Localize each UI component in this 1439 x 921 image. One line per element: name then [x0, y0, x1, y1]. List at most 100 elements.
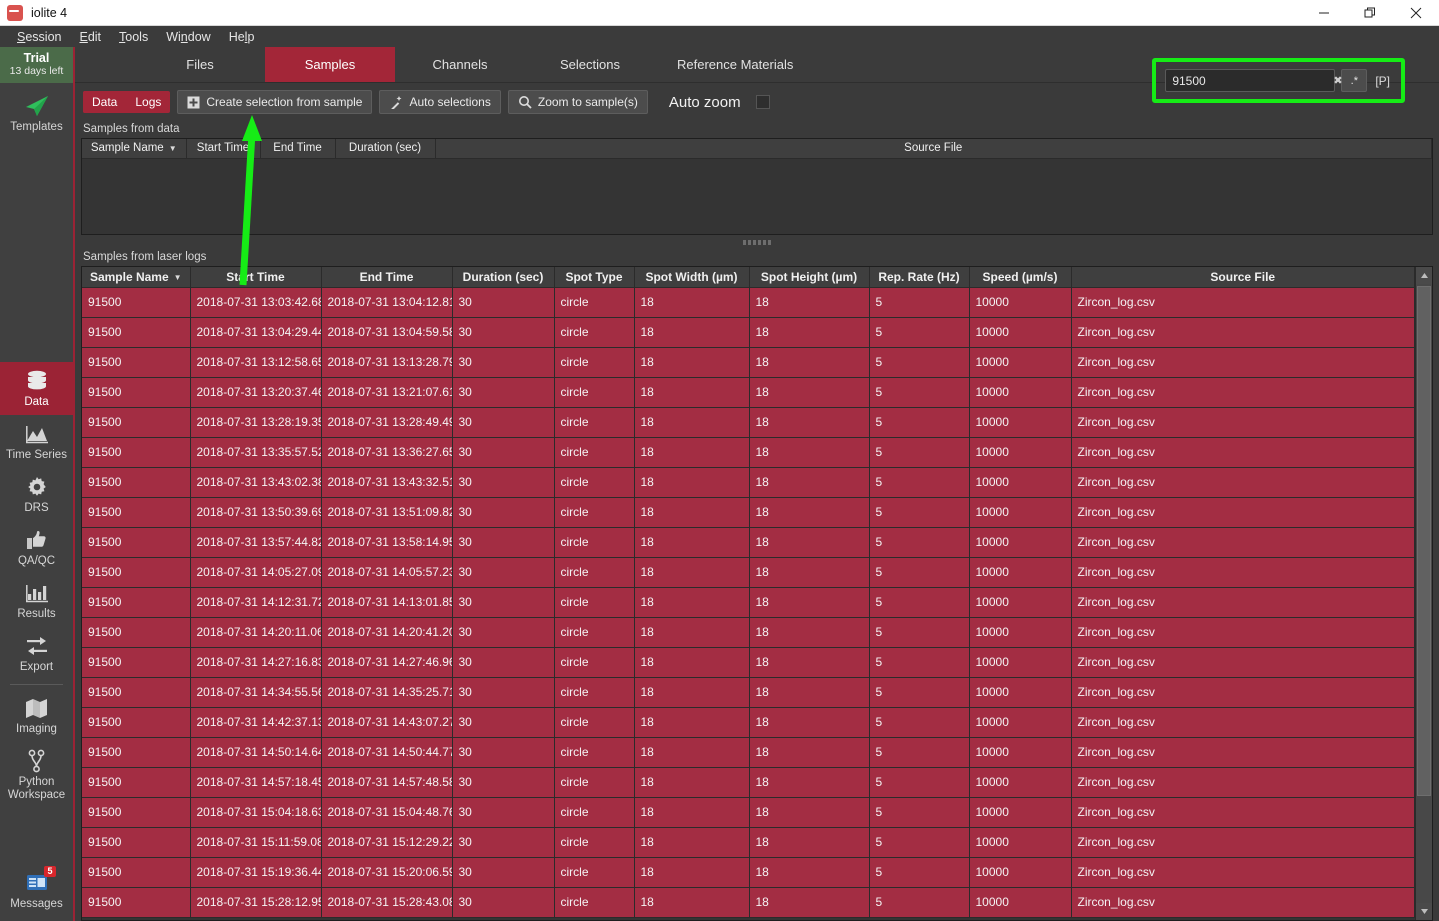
- table-row[interactable]: 91500 2018-07-31 14:34:55.569 2018-07-31 1…: [82, 677, 1415, 708]
- scrollbar-thumb[interactable]: [1417, 286, 1431, 796]
- table-cell: 2018-07-31 14:50:44.775: [321, 737, 453, 768]
- table-cell: 5: [869, 707, 970, 738]
- th-spot-height[interactable]: Spot Height (µm): [749, 267, 870, 288]
- close-button[interactable]: [1393, 0, 1439, 26]
- th-source-file[interactable]: Source File: [1071, 267, 1415, 288]
- table-cell: 2018-07-31 13:04:59.583: [321, 317, 453, 348]
- table-cell: 5: [869, 677, 970, 708]
- th-spot-type[interactable]: Spot Type: [554, 267, 635, 288]
- th-start-time[interactable]: Start Time: [190, 267, 322, 288]
- segment-logs[interactable]: Logs: [126, 91, 170, 113]
- paper-plane-icon: [24, 93, 50, 119]
- table-cell: 2018-07-31 15:12:29.223: [321, 827, 453, 858]
- panel-splitter-handle[interactable]: [75, 235, 1439, 249]
- table-row[interactable]: 91500 2018-07-31 13:03:42.683 2018-07-31 1…: [82, 287, 1415, 318]
- tab-channels[interactable]: Channels: [395, 47, 525, 82]
- th-sample-name[interactable]: Sample Name ▼: [82, 139, 187, 159]
- menu-help[interactable]: Help: [220, 28, 264, 46]
- table-cell: 18: [749, 287, 870, 318]
- sidebar-label-data: Data: [24, 396, 49, 408]
- table-cell: 18: [749, 767, 870, 798]
- th-source-file[interactable]: Source File: [435, 139, 1432, 159]
- menu-tools[interactable]: Tools: [110, 28, 157, 46]
- table-row[interactable]: 91500 2018-07-31 13:12:58.657 2018-07-31 1…: [82, 347, 1415, 378]
- table-row[interactable]: 91500 2018-07-31 13:20:37.467 2018-07-31 1…: [82, 377, 1415, 408]
- sidebar-item-time-series[interactable]: Time Series: [0, 415, 73, 468]
- menu-session[interactable]: Session: [8, 28, 70, 46]
- table-row[interactable]: 91500 2018-07-31 13:35:57.523 2018-07-31 1…: [82, 437, 1415, 468]
- table-row[interactable]: 91500 2018-07-31 13:50:39.693 2018-07-31 1…: [82, 497, 1415, 528]
- th-spot-width[interactable]: Spot Width (µm): [634, 267, 750, 288]
- table-row[interactable]: 91500 2018-07-31 13:28:19.359 2018-07-31 1…: [82, 407, 1415, 438]
- table-row[interactable]: 91500 2018-07-31 13:57:44.823 2018-07-31 1…: [82, 527, 1415, 558]
- laser-logs-vertical-scrollbar[interactable]: [1415, 267, 1432, 920]
- th-end-time[interactable]: End Time: [260, 139, 336, 159]
- table-row[interactable]: 91500 2018-07-31 15:11:59.081 2018-07-31 1…: [82, 827, 1415, 858]
- segment-data[interactable]: Data: [83, 91, 127, 113]
- table-row[interactable]: 91500 2018-07-31 14:05:27.099 2018-07-31 1…: [82, 557, 1415, 588]
- scrollbar-track[interactable]: [1416, 284, 1432, 903]
- table-cell: Zircon_log.csv: [1071, 887, 1415, 918]
- table-cell: 91500: [82, 347, 191, 378]
- table-cell: 30: [452, 797, 555, 828]
- sidebar-item-qaqc[interactable]: QA/QC: [0, 521, 73, 574]
- tab-selections[interactable]: Selections: [525, 47, 655, 82]
- sidebar-item-results[interactable]: Results: [0, 574, 73, 627]
- table-cell: 18: [634, 797, 750, 828]
- sidebar-item-export[interactable]: Export: [0, 627, 73, 680]
- table-cell: 2018-07-31 13:43:32.517: [321, 467, 453, 498]
- sidebar-item-drs[interactable]: DRS: [0, 468, 73, 521]
- auto-zoom-checkbox[interactable]: [755, 95, 770, 109]
- th-speed[interactable]: Speed (µm/s): [969, 267, 1072, 288]
- sample-search-input[interactable]: [1166, 73, 1334, 88]
- table-row[interactable]: 91500 2018-07-31 13:43:02.383 2018-07-31 1…: [82, 467, 1415, 498]
- table-row[interactable]: 91500 2018-07-31 14:27:16.833 2018-07-31 1…: [82, 647, 1415, 678]
- regex-toggle-button[interactable]: .*: [1341, 69, 1368, 92]
- auto-zoom-label: Auto zoom: [668, 93, 741, 111]
- sidebar-item-imaging[interactable]: Imaging: [0, 689, 73, 742]
- scroll-down-arrow-icon[interactable]: [1416, 903, 1432, 920]
- table-cell: circle: [554, 587, 635, 618]
- table-cell: 2018-07-31 13:04:12.817: [321, 287, 453, 318]
- sidebar-item-python-workspace[interactable]: Python Workspace: [0, 742, 73, 808]
- table-row[interactable]: 91500 2018-07-31 14:12:31.721 2018-07-31 1…: [82, 587, 1415, 618]
- table-row[interactable]: 91500 2018-07-31 14:20:11.069 2018-07-31 1…: [82, 617, 1415, 648]
- sidebar-item-data[interactable]: Data: [0, 362, 73, 415]
- scroll-up-arrow-icon[interactable]: [1416, 267, 1432, 284]
- tab-reference-materials[interactable]: Reference Materials: [655, 47, 815, 82]
- table-cell: 18: [749, 797, 870, 828]
- sidebar-item-templates[interactable]: Templates: [0, 83, 73, 140]
- tab-samples[interactable]: Samples: [265, 47, 395, 82]
- create-selection-from-sample-button[interactable]: Create selection from sample: [177, 90, 373, 114]
- table-row[interactable]: 91500 2018-07-31 15:04:18.631 2018-07-31 1…: [82, 797, 1415, 828]
- table-cell: 10000: [969, 647, 1072, 678]
- table-cell: circle: [554, 527, 635, 558]
- sidebar-label-drs: DRS: [24, 502, 49, 514]
- th-duration[interactable]: Duration (sec): [335, 139, 436, 159]
- th-sample-name[interactable]: Sample Name ▼: [82, 267, 191, 288]
- clear-search-icon[interactable]: ✖: [1333, 70, 1342, 91]
- table-cell: 18: [634, 317, 750, 348]
- minimize-button[interactable]: [1301, 0, 1347, 26]
- th-start-time[interactable]: Start Time: [186, 139, 261, 159]
- sidebar-item-messages[interactable]: 5 Messages: [0, 864, 73, 921]
- tab-files[interactable]: Files: [135, 47, 265, 82]
- table-row[interactable]: 91500 2018-07-31 14:50:14.641 2018-07-31 1…: [82, 737, 1415, 768]
- maximize-restore-button[interactable]: [1347, 0, 1393, 26]
- table-row[interactable]: 91500 2018-07-31 15:28:12.951 2018-07-31 1…: [82, 887, 1415, 918]
- table-row[interactable]: 91500 2018-07-31 13:04:29.447 2018-07-31 1…: [82, 317, 1415, 348]
- th-end-time[interactable]: End Time: [321, 267, 453, 288]
- data-logs-segmented-control[interactable]: Data Logs: [83, 91, 171, 113]
- menu-window[interactable]: Window: [157, 28, 219, 46]
- menu-edit[interactable]: Edit: [70, 28, 110, 46]
- zoom-to-samples-button[interactable]: Zoom to sample(s): [507, 90, 648, 114]
- th-rep-rate[interactable]: Rep. Rate (Hz): [869, 267, 970, 288]
- th-duration[interactable]: Duration (sec): [452, 267, 555, 288]
- table-cell: 10000: [969, 677, 1072, 708]
- table-row[interactable]: 91500 2018-07-31 14:42:37.137 2018-07-31 1…: [82, 707, 1415, 738]
- auto-selections-button[interactable]: Auto selections: [379, 90, 501, 114]
- table-row[interactable]: 91500 2018-07-31 15:19:36.445 2018-07-31 1…: [82, 857, 1415, 888]
- table-row[interactable]: 91500 2018-07-31 14:57:18.451 2018-07-31 1…: [82, 767, 1415, 798]
- table-cell: 2018-07-31 15:04:18.631: [190, 797, 322, 828]
- search-field-wrapper[interactable]: ✖: [1165, 69, 1343, 92]
